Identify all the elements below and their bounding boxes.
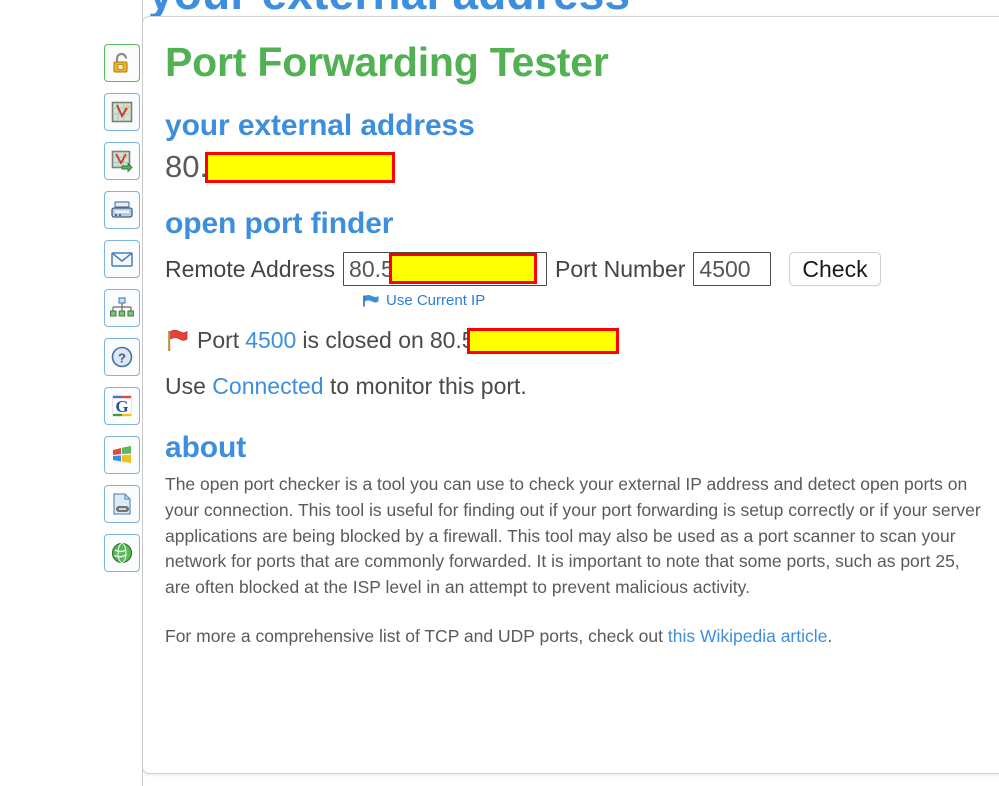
use-current-ip-row: Use Current IP <box>363 292 999 309</box>
extension-sidebar: ? G <box>103 0 143 786</box>
result-middle: is closed on <box>302 327 424 354</box>
open-port-finder-form: Remote Address Port Number Check <box>165 252 999 287</box>
port-forwarding-tester-card: Port Forwarding Tester your external add… <box>142 16 999 774</box>
result-host-redaction <box>466 327 619 354</box>
svg-text:G: G <box>115 397 128 416</box>
red-flag-icon <box>165 329 197 353</box>
sidebar-item-fax[interactable] <box>104 191 140 229</box>
sidebar-item-google[interactable]: G <box>104 387 140 425</box>
port-status-result: Port 4500 is closed on 80.5 <box>165 327 999 354</box>
google-g-icon: G <box>109 393 135 419</box>
port-number-input[interactable] <box>693 252 772 287</box>
external-address-heading: your external address <box>165 109 475 143</box>
about-heading: about <box>165 431 247 465</box>
check-button[interactable]: Check <box>789 252 881 287</box>
about-p2-after: . <box>827 625 833 646</box>
remote-address-redaction <box>389 253 538 285</box>
result-prefix: Port <box>197 327 240 354</box>
monitor-after: to monitor this port. <box>329 373 527 400</box>
use-current-ip-link[interactable]: Use Current IP <box>386 292 485 309</box>
sidebar-item-web-tools[interactable] <box>104 534 140 572</box>
sidebar-item-open-padlock[interactable] <box>104 44 140 82</box>
svg-text:?: ? <box>118 351 126 366</box>
sidebar-item-network[interactable] <box>104 289 140 327</box>
page-title: Port Forwarding Tester <box>165 39 609 85</box>
page-root: your external address <box>0 0 999 786</box>
sidebar-item-page-links[interactable] <box>104 485 140 523</box>
envelope-icon <box>109 246 135 272</box>
sidebar-item-windows[interactable] <box>104 436 140 474</box>
sidebar-item-help[interactable]: ? <box>104 338 140 376</box>
connected-link[interactable]: Connected <box>212 373 323 399</box>
about-paragraph-2: For more a comprehensive list of TCP and… <box>165 624 983 650</box>
monitor-before: Use <box>165 373 206 400</box>
about-p2-before: For more a comprehensive list of TCP and… <box>165 625 663 646</box>
port-number-label: Port Number <box>555 255 686 282</box>
monitor-hint: Use Connected to monitor this port. <box>165 373 999 400</box>
question-mark-icon: ? <box>109 344 135 370</box>
sidebar-item-email[interactable] <box>104 240 140 278</box>
fax-icon <box>109 197 135 223</box>
map-trace-icon <box>109 99 135 125</box>
flag-icon <box>363 294 380 308</box>
windows-flag-icon <box>109 442 135 468</box>
external-address-redaction <box>205 151 396 183</box>
external-address-value: 80.5 <box>165 150 999 184</box>
open-padlock-icon <box>109 50 135 76</box>
about-paragraph-1: The open port checker is a tool you can … <box>165 474 981 598</box>
green-globe-icon <box>109 540 135 566</box>
open-port-finder-heading: open port finder <box>165 207 394 241</box>
remote-address-wrapper <box>343 252 548 287</box>
document-link-icon <box>109 491 135 517</box>
sidebar-item-map-trace[interactable] <box>104 93 140 131</box>
network-diagram-icon <box>109 295 135 321</box>
result-port: 4500 <box>245 327 297 354</box>
wikipedia-article-link[interactable]: this Wikipedia article <box>668 626 828 646</box>
remote-address-label: Remote Address <box>165 255 336 282</box>
map-export-icon <box>109 148 135 174</box>
sidebar-item-map-export[interactable] <box>104 142 140 180</box>
